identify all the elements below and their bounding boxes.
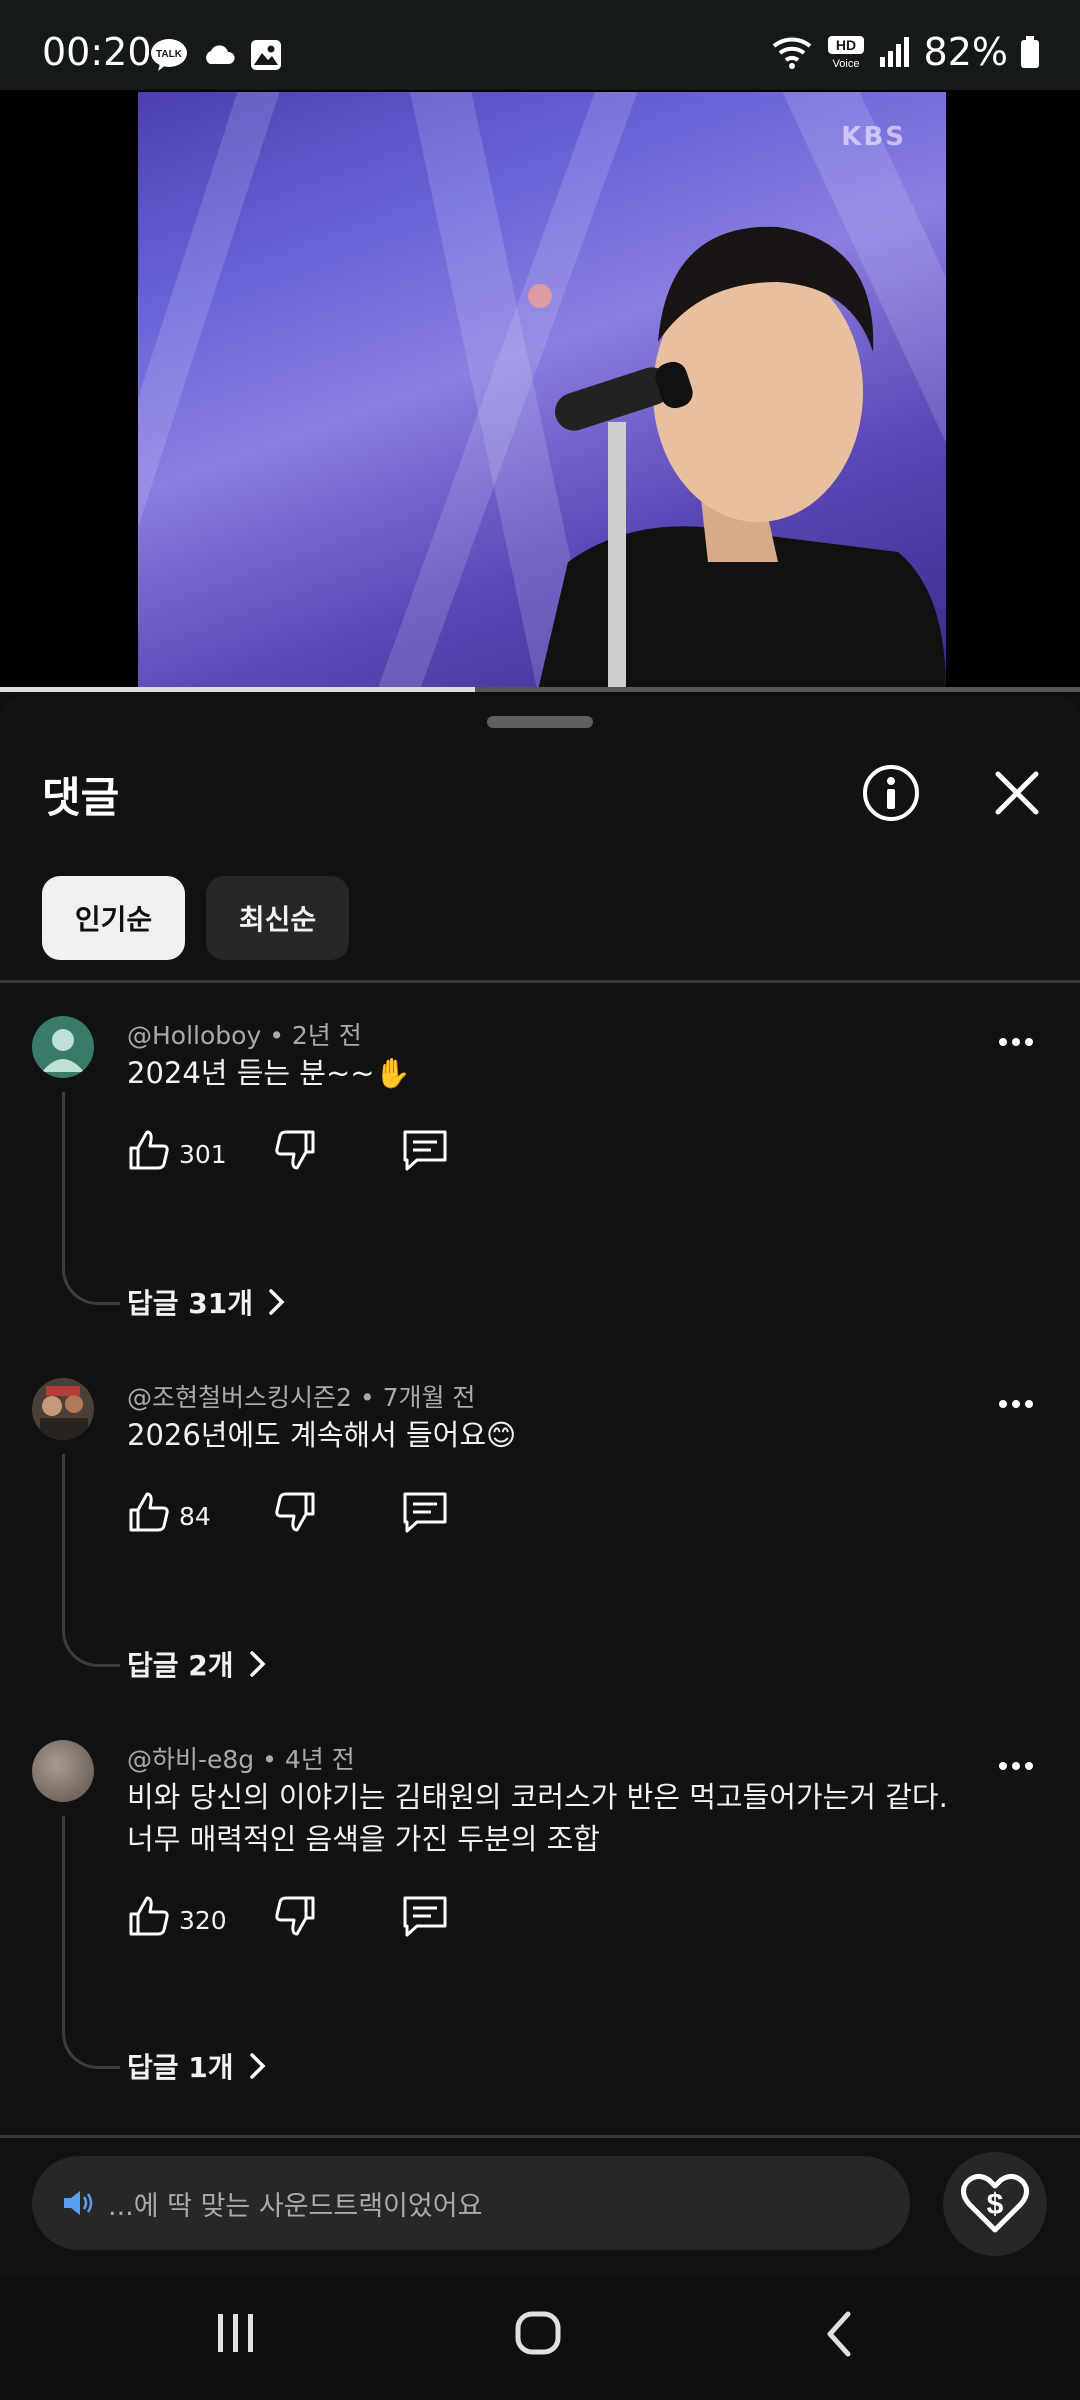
dislike-icon[interactable] xyxy=(273,1490,317,1534)
talk-label: TALK xyxy=(156,49,183,60)
view-replies-button[interactable]: 답글 2개 xyxy=(127,1644,268,1684)
chevron-right-icon xyxy=(249,2053,265,2079)
heart-dollar-icon: $ xyxy=(961,2174,1029,2233)
signal-icon xyxy=(879,37,909,67)
battery-icon xyxy=(1021,36,1039,68)
reply-icon[interactable] xyxy=(401,1490,449,1534)
talk-notification-icon: TALK xyxy=(151,39,187,71)
comment-meta: @Holloboy • 2년 전 xyxy=(127,1021,362,1050)
video-frame: KBS xyxy=(138,92,946,690)
comment-time: 4년 전 xyxy=(284,1745,355,1774)
view-replies-button[interactable]: 답글 31개 xyxy=(127,1282,287,1322)
comments-title: 댓글 xyxy=(42,773,120,822)
chevron-right-icon xyxy=(269,1289,285,1315)
reply-icon[interactable] xyxy=(401,1128,449,1172)
like-count: 84 xyxy=(179,1502,211,1531)
more-options-icon[interactable] xyxy=(998,1398,1034,1410)
dislike-icon[interactable] xyxy=(273,1894,317,1938)
svg-text:$: $ xyxy=(987,2188,1004,2221)
bottom-divider xyxy=(0,2135,1080,2138)
comment-text: 2026년에도 계속해서 들어요😊 xyxy=(127,1418,517,1452)
hd-label: HD xyxy=(835,37,855,53)
recent-apps-icon[interactable] xyxy=(214,2310,258,2356)
comment-meta: @조현철버스킹시즌2 • 7개월 전 xyxy=(127,1383,476,1412)
home-icon[interactable] xyxy=(514,2308,562,2358)
sort-chip-popular[interactable]: 인기순 xyxy=(42,876,185,960)
like-icon[interactable] xyxy=(127,1128,171,1172)
singer-image xyxy=(528,226,946,690)
like-icon[interactable] xyxy=(127,1894,171,1938)
replies-count: 답글 2개 xyxy=(127,1649,234,1682)
comment-text: 2024년 듣는 분~~✋ xyxy=(127,1056,411,1090)
voice-label: Voice xyxy=(832,58,859,70)
comment-meta: @하비-e8g • 4년 전 xyxy=(127,1745,355,1774)
comment-time: 7개월 전 xyxy=(382,1383,476,1412)
video-player[interactable]: KBS xyxy=(0,90,1080,692)
comment-author[interactable]: @하비-e8g xyxy=(127,1745,254,1774)
status-time: 00:20 xyxy=(42,30,152,74)
drag-handle[interactable] xyxy=(487,716,593,728)
dislike-icon[interactable] xyxy=(273,1128,317,1172)
avatar[interactable] xyxy=(32,1016,94,1078)
avatar[interactable] xyxy=(32,1378,94,1440)
input-placeholder: ...에 딱 맞는 사운드트랙이었어요 xyxy=(108,2190,483,2222)
comment-input[interactable]: ...에 딱 맞는 사운드트랙이었어요 xyxy=(32,2156,910,2250)
more-options-icon[interactable] xyxy=(998,1760,1034,1772)
info-icon[interactable] xyxy=(862,764,920,822)
chevron-right-icon xyxy=(249,1651,265,1677)
video-progress-fill xyxy=(0,687,476,692)
broadcast-watermark: KBS xyxy=(841,122,906,152)
hd-voice-icon: HD Voice xyxy=(827,36,864,70)
super-thanks-button[interactable]: $ xyxy=(943,2152,1047,2256)
view-replies-button[interactable]: 답글 1개 xyxy=(127,2046,268,2086)
avatar[interactable] xyxy=(32,1740,94,1802)
replies-count: 답글 31개 xyxy=(127,1287,253,1320)
divider xyxy=(0,980,1080,983)
status-bar: 00:20 TALK HD Voice 82% xyxy=(0,0,1080,90)
gallery-icon xyxy=(251,40,281,70)
cloud-icon xyxy=(206,45,235,64)
comments-sheet: 댓글 인기순 최신순 @Holloboy • 2년 전 2024년 듣는 분~~… xyxy=(0,696,1080,2400)
like-count: 320 xyxy=(179,1906,227,1935)
battery-percent: 82% xyxy=(923,30,1008,74)
more-options-icon[interactable] xyxy=(998,1036,1034,1048)
system-navigation-bar xyxy=(0,2274,1080,2400)
replies-count: 답글 1개 xyxy=(127,2051,234,2084)
like-icon[interactable] xyxy=(127,1490,171,1534)
thread-line xyxy=(62,1454,120,1667)
speaker-icon xyxy=(64,2191,93,2215)
like-count: 301 xyxy=(179,1140,227,1169)
comment-time: 2년 전 xyxy=(291,1021,362,1050)
thread-line xyxy=(62,1092,120,1305)
reply-icon[interactable] xyxy=(401,1894,449,1938)
video-progress-bar[interactable] xyxy=(0,687,1080,692)
sort-chip-newest[interactable]: 최신순 xyxy=(206,876,349,960)
thread-line xyxy=(62,1816,120,2069)
wifi-icon xyxy=(772,37,811,69)
comment-author[interactable]: @조현철버스킹시즌2 xyxy=(127,1383,352,1412)
comment-author[interactable]: @Holloboy xyxy=(127,1021,261,1050)
comment-text-line-2: 너무 매력적인 음색을 가진 두분의 조합 xyxy=(127,1822,600,1856)
comment-text-line-1: 비와 당신의 이야기는 김태원의 코러스가 반은 먹고들어가는거 같다. xyxy=(127,1780,948,1814)
close-icon[interactable] xyxy=(990,766,1044,820)
back-icon[interactable] xyxy=(822,2310,856,2358)
